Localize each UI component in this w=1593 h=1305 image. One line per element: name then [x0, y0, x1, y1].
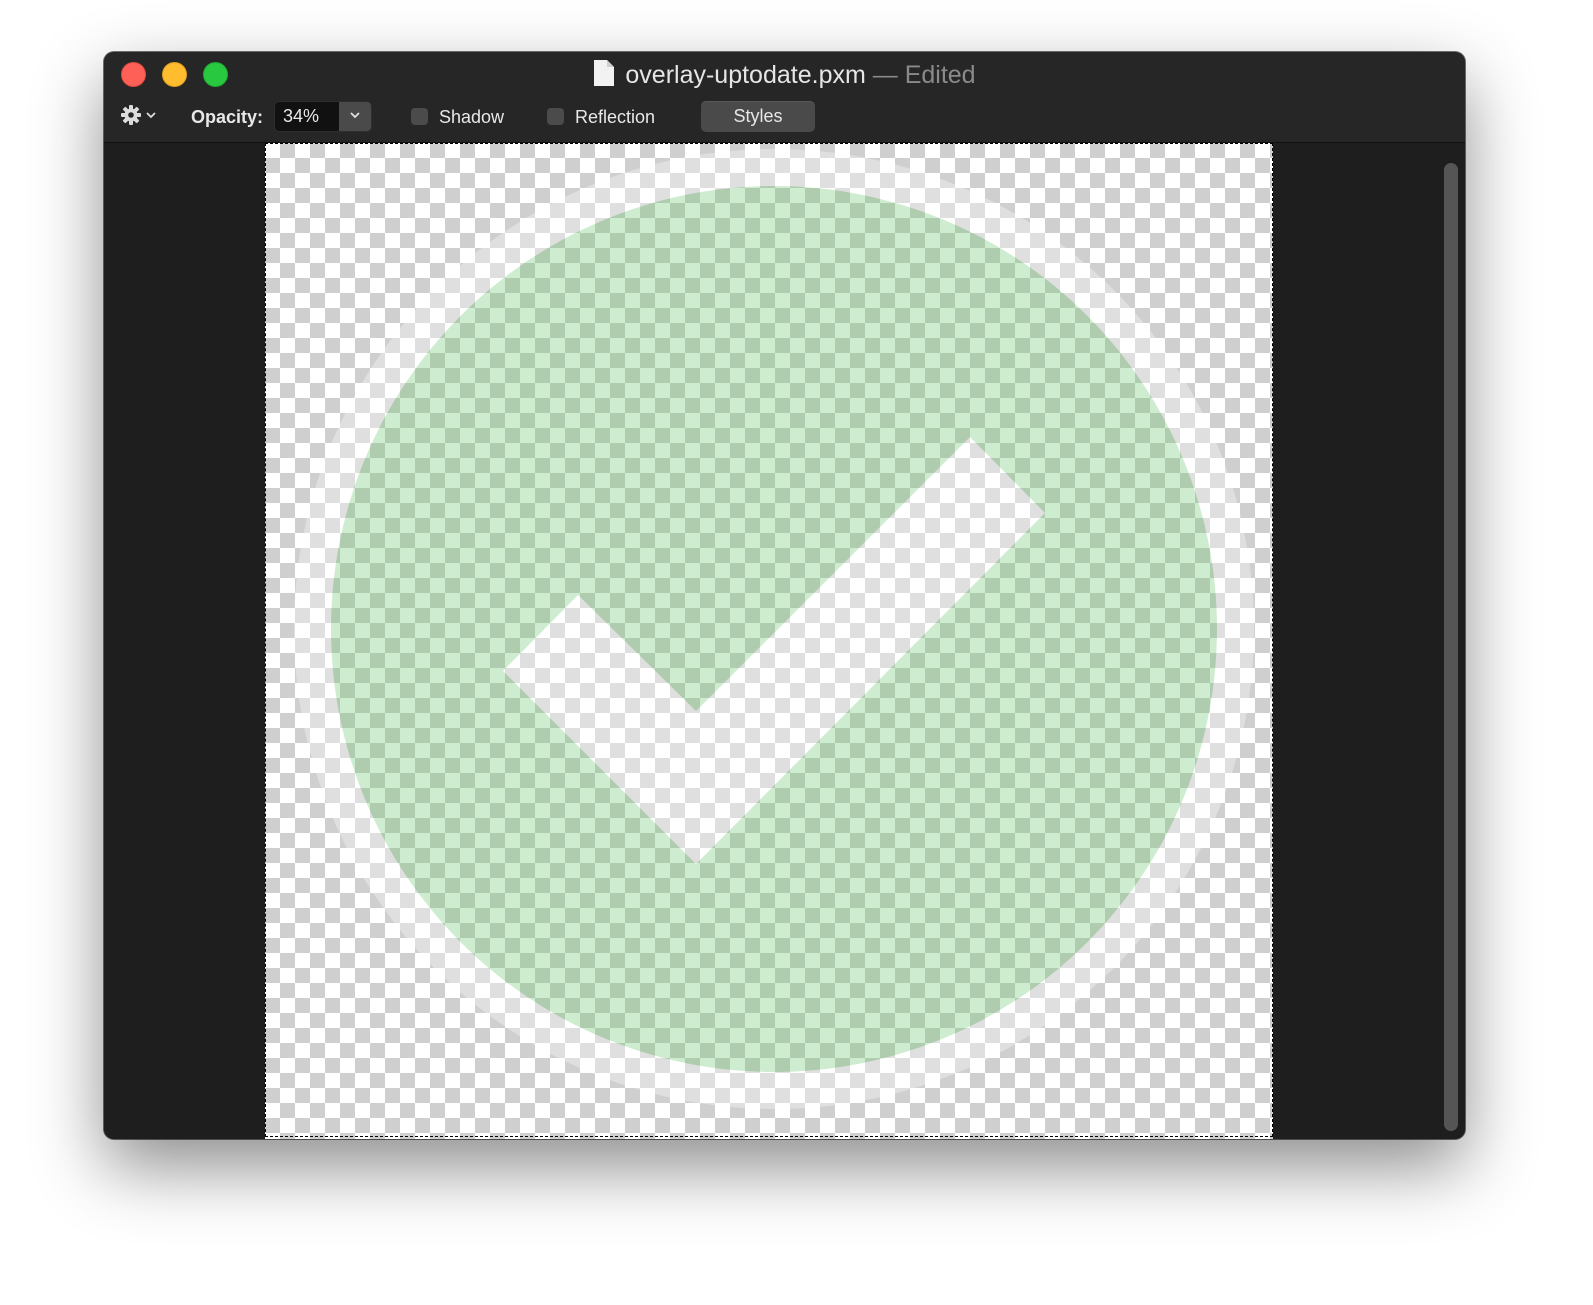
- gear-icon: [120, 104, 142, 131]
- opacity-label: Opacity:: [191, 107, 264, 127]
- reflection-checkbox[interactable]: [547, 108, 564, 125]
- gear-menu-button[interactable]: [120, 104, 157, 131]
- document-icon: [593, 59, 615, 95]
- styles-button[interactable]: Styles: [701, 101, 815, 132]
- image-canvas[interactable]: [265, 143, 1273, 1139]
- app-window: overlay-uptodate.pxm — Edited Opacity: 3…: [104, 52, 1465, 1139]
- chevron-down-icon: [349, 108, 361, 126]
- window-title: overlay-uptodate.pxm — Edited: [104, 59, 1465, 95]
- titlebar[interactable]: overlay-uptodate.pxm — Edited Opacity: 3…: [104, 52, 1465, 143]
- title-separator: —: [872, 61, 898, 89]
- opacity-combobox[interactable]: [274, 101, 372, 132]
- shadow-checkbox[interactable]: [411, 108, 428, 125]
- canvas-area[interactable]: [104, 143, 1465, 1139]
- overlay-image: [294, 149, 1254, 1109]
- window-filename: overlay-uptodate.pxm: [625, 61, 866, 89]
- opacity-input[interactable]: [275, 102, 337, 131]
- reflection-label[interactable]: Reflection: [575, 106, 655, 128]
- vertical-scrollbar[interactable]: [1444, 163, 1458, 1131]
- chevron-down-icon: [145, 108, 157, 126]
- green-circle: [331, 186, 1217, 1072]
- opacity-dropdown-button[interactable]: [339, 102, 371, 131]
- shadow-label[interactable]: Shadow: [439, 106, 504, 128]
- edited-status: Edited: [904, 61, 976, 89]
